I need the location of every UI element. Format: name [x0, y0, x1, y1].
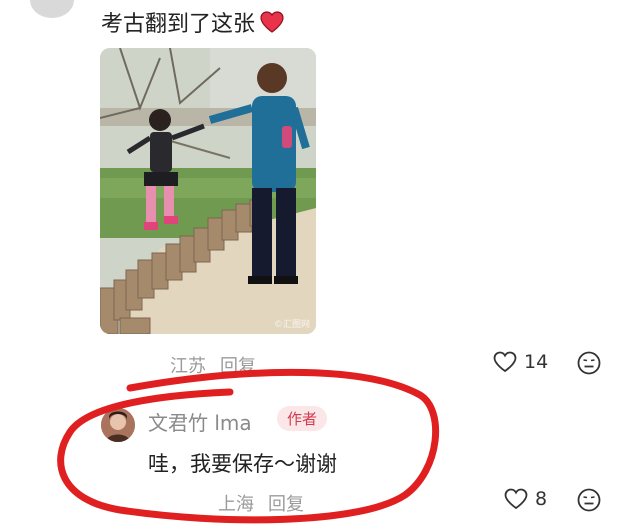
heart-outline-icon — [493, 351, 517, 373]
reply-like-count: 8 — [535, 488, 548, 510]
reply-location: 上海 — [218, 494, 254, 515]
comment-body: 考古翻到了这张 — [101, 12, 256, 37]
like-button[interactable]: 14 — [492, 350, 548, 374]
neutral-face-icon — [577, 488, 601, 512]
reply-button[interactable]: 回复 — [220, 352, 256, 378]
reply-dislike-face-button[interactable] — [576, 487, 602, 517]
reply-text: 哇，我要保存～谢谢 — [148, 452, 337, 476]
like-count: 14 — [524, 351, 549, 373]
comment-meta: 江苏 回复 — [170, 352, 256, 378]
heart-outline-icon — [504, 488, 528, 510]
neutral-face-icon — [577, 351, 601, 375]
photo-watermark: ©汇图网 — [273, 320, 310, 330]
reply-button[interactable]: 回复 — [268, 490, 304, 516]
heart-emoji-icon — [259, 10, 285, 34]
reply-meta: 上海 回复 — [218, 490, 304, 516]
comment-text: 考古翻到了这张 — [101, 6, 285, 38]
comment-location: 江苏 — [170, 356, 206, 377]
reply-like-button[interactable]: 8 — [503, 487, 547, 511]
author-badge: 作者 — [277, 406, 328, 431]
comment-photo[interactable]: ©汇图网 — [100, 48, 316, 334]
avatar[interactable] — [30, 0, 74, 18]
reply-username[interactable]: 文君竹 lma — [148, 407, 252, 436]
dislike-face-button[interactable] — [576, 350, 602, 380]
reply-avatar[interactable] — [101, 408, 135, 442]
